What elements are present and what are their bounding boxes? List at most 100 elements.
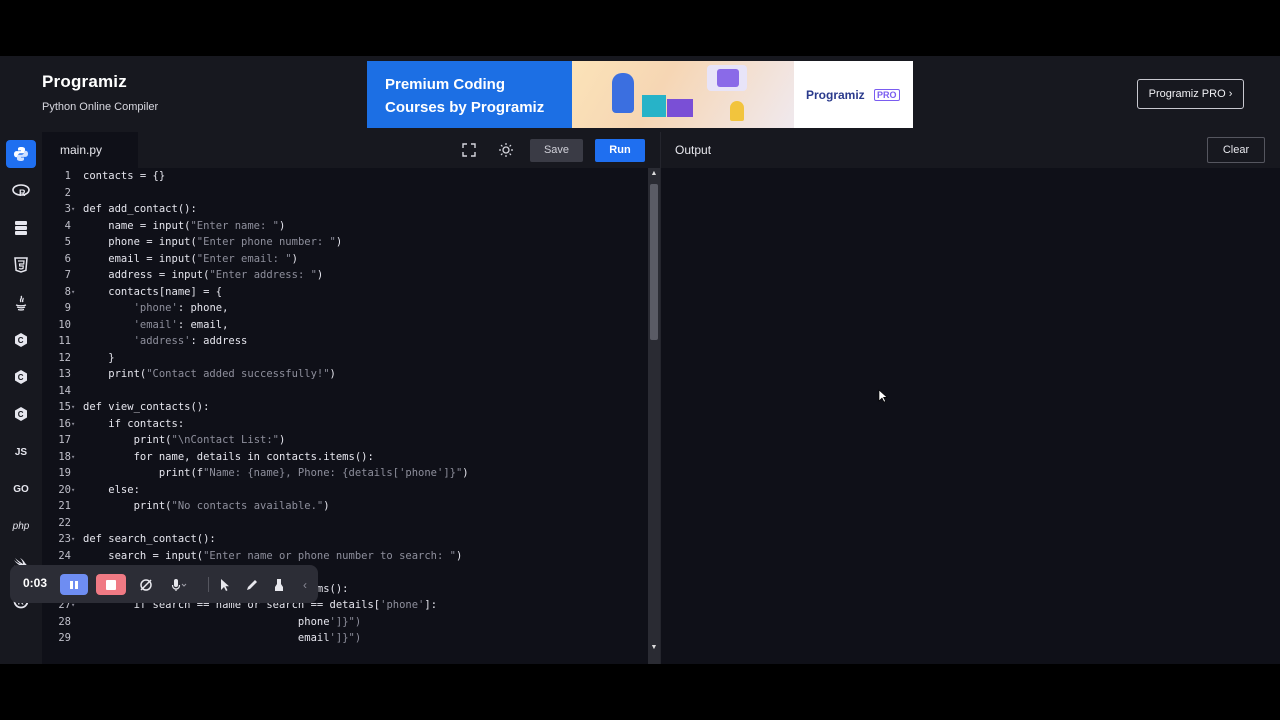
code-line[interactable]: 7 address = input("Enter address: ") — [42, 267, 648, 284]
code-line[interactable]: 10 'email': email, — [42, 317, 648, 334]
pointer-tool-button[interactable] — [215, 574, 235, 595]
code-text: search = input("Enter name or phone numb… — [83, 549, 463, 562]
sidebar-item-cpp[interactable]: C — [6, 363, 36, 391]
code-text: def add_contact(): — [83, 203, 197, 215]
code-line[interactable]: 4 name = input("Enter name: ") — [42, 218, 648, 235]
code-text: else: — [83, 483, 140, 496]
code-line[interactable]: 13 print("Contact added successfully!") — [42, 366, 648, 383]
code-line[interactable]: 8 ▾ contacts[name] = { — [42, 284, 648, 301]
line-number: 22 — [58, 516, 71, 529]
fold-arrow-icon[interactable]: ▾ — [71, 284, 79, 301]
line-number: 11 — [58, 335, 71, 347]
code-text: email = input("Enter email: ") — [83, 252, 298, 265]
fold-arrow-icon[interactable]: ▾ — [71, 416, 79, 433]
clear-button[interactable]: Clear — [1207, 137, 1265, 163]
code-line[interactable]: 1 contacts = {} — [42, 168, 648, 185]
sidebar-item-sql[interactable] — [6, 214, 36, 242]
editor-scrollbar-thumb[interactable] — [650, 184, 658, 340]
programiz-logo[interactable]: Programiz — [42, 72, 127, 92]
code-line[interactable]: 23 ▾ def search_contact(): — [42, 531, 648, 548]
scroll-down-arrow-icon[interactable]: ▼ — [649, 643, 659, 653]
code-line[interactable]: 20 ▾ else: — [42, 482, 648, 499]
programiz-pro-button[interactable]: Programiz PRO › — [1137, 79, 1244, 109]
svg-text:C: C — [18, 373, 24, 382]
fold-arrow-icon[interactable]: ▾ — [71, 482, 79, 499]
sidebar-item-go[interactable]: GO — [6, 475, 36, 503]
sidebar-item-js[interactable]: JS — [6, 438, 36, 466]
illustration-books — [667, 99, 693, 117]
sidebar-item-r[interactable]: R — [6, 177, 36, 205]
code-line[interactable]: 14 — [42, 383, 648, 400]
output-title: Output — [675, 143, 712, 157]
line-number: 29 — [58, 632, 71, 644]
fold-arrow-icon[interactable]: ▾ — [71, 531, 79, 548]
line-number: 8 — [64, 285, 71, 298]
code-line[interactable]: 3 ▾ def add_contact(): — [42, 201, 648, 218]
illustration-trophy — [730, 101, 744, 121]
camera-off-button[interactable] — [136, 574, 156, 595]
code-text: print("Contact added successfully!") — [83, 368, 336, 380]
save-button[interactable]: Save — [530, 139, 583, 162]
line-number: 4 — [64, 219, 71, 232]
file-tab-main[interactable]: main.py — [42, 132, 138, 168]
code-line[interactable]: 16 ▾ if contacts: — [42, 416, 648, 433]
code-line[interactable]: 29 email']}") — [42, 630, 648, 647]
banner-text: Premium Coding Courses by Programiz — [385, 73, 544, 119]
code-line[interactable]: 21 print("No contacts available.") — [42, 498, 648, 515]
code-line[interactable]: 2 — [42, 185, 648, 202]
highlighter-tool-button[interactable] — [269, 574, 289, 595]
code-line[interactable]: 19 print(f"Name: {name}, Phone: {details… — [42, 465, 648, 482]
screen-recorder-toolbar: 0:03 ‹ — [10, 565, 318, 603]
line-number: 3 — [64, 203, 71, 215]
line-number: 7 — [64, 269, 71, 281]
pen-tool-button[interactable] — [242, 574, 262, 595]
code-line[interactable]: 18 ▾ for name, details in contacts.items(… — [42, 449, 648, 466]
sidebar-item-c[interactable]: C — [6, 326, 36, 354]
line-number: 12 — [58, 351, 71, 364]
code-line[interactable]: 22 — [42, 515, 648, 532]
stop-icon — [106, 579, 116, 590]
fullscreen-icon[interactable] — [460, 141, 478, 159]
code-text: } — [83, 351, 115, 364]
stop-recording-button[interactable] — [96, 574, 126, 595]
fold-arrow-icon[interactable]: ▾ — [71, 201, 79, 218]
code-line[interactable]: 6 email = input("Enter email: ") — [42, 251, 648, 268]
database-icon — [15, 221, 27, 235]
pause-icon — [70, 580, 78, 589]
scroll-up-arrow-icon[interactable]: ▲ — [649, 169, 659, 179]
promo-banner[interactable]: Premium Coding Courses by Programiz Prog… — [367, 61, 913, 128]
pause-recording-button[interactable] — [60, 574, 88, 595]
run-button[interactable]: Run — [595, 139, 645, 162]
fold-arrow-icon[interactable]: ▾ — [71, 399, 79, 416]
svg-text:C: C — [18, 410, 24, 419]
line-number: 13 — [58, 368, 71, 380]
banner-brand: Programiz PRO — [794, 61, 913, 128]
code-line[interactable]: 5 phone = input("Enter phone number: ") — [42, 234, 648, 251]
code-line[interactable]: 17 print("\nContact List:") — [42, 432, 648, 449]
highlighter-icon — [275, 578, 283, 591]
collapse-chevron-icon[interactable]: ‹ — [298, 574, 312, 595]
code-line[interactable]: 11 'address': address — [42, 333, 648, 350]
sidebar-item-java[interactable] — [6, 289, 36, 317]
code-line[interactable]: 24 search = input("Enter name or phone n… — [42, 548, 648, 565]
fold-arrow-icon[interactable]: ▾ — [71, 449, 79, 466]
sidebar-item-php[interactable]: php — [6, 512, 36, 540]
line-number: 5 — [64, 236, 71, 248]
output-console[interactable] — [660, 168, 1280, 664]
code-line[interactable]: 12 } — [42, 350, 648, 367]
banner-line-1: Premium Coding — [385, 76, 506, 93]
java-icon — [15, 295, 27, 311]
code-text: contacts[name] = { — [83, 285, 223, 298]
code-line[interactable]: 28 phone']}") — [42, 614, 648, 631]
code-line[interactable]: 15 ▾ def view_contacts(): — [42, 399, 648, 416]
sidebar-item-python[interactable] — [6, 140, 36, 168]
c-icon: C — [15, 333, 27, 347]
line-number: 9 — [64, 302, 71, 314]
code-line[interactable]: 9 'phone': phone, — [42, 300, 648, 317]
sidebar-item-html[interactable] — [6, 251, 36, 279]
sidebar-item-csharp[interactable]: C — [6, 400, 36, 428]
go-label: GO — [13, 483, 29, 495]
output-toolbar: Output Clear — [660, 132, 1280, 168]
microphone-button[interactable] — [168, 574, 190, 595]
theme-toggle-icon[interactable] — [497, 141, 515, 159]
